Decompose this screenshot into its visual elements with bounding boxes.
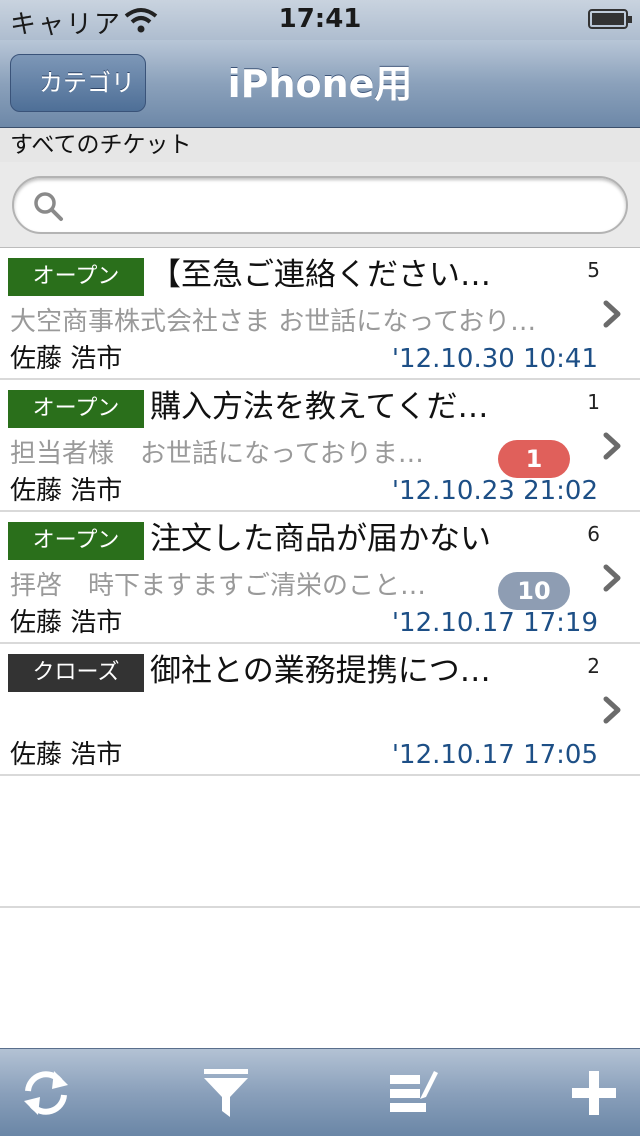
back-button[interactable]: カテゴリ (10, 54, 146, 112)
refresh-button[interactable] (16, 1063, 76, 1123)
ticket-preview: 担当者様 お世話になっておりま… (10, 439, 424, 469)
plus-icon (572, 1071, 616, 1115)
ticket-title: 御社との業務提携につ… (150, 653, 491, 689)
ticket-author: 佐藤 浩市 (10, 344, 123, 374)
chevron-right-icon (603, 564, 621, 592)
status-badge: オープン (8, 390, 144, 428)
comment-count: 2 (587, 654, 600, 678)
section-header: すべてのチケット (0, 128, 640, 162)
unread-badge: 1 (498, 440, 570, 478)
ticket-row[interactable]: オープン 注文した商品が届かない 6 拝啓 時下ますますご清栄のこと… 10 佐… (0, 512, 640, 644)
ticket-row[interactable]: オープン 【至急ご連絡ください… 5 大空商事株式会社さま お世話になっており…… (0, 248, 640, 380)
battery-icon (588, 9, 632, 29)
status-badge: クローズ (8, 654, 144, 692)
ticket-title: 購入方法を教えてくだ… (150, 389, 489, 425)
navigation-bar: iPhone用 カテゴリ (0, 40, 640, 128)
ticket-author: 佐藤 浩市 (10, 476, 123, 506)
edit-list-button[interactable] (382, 1063, 442, 1123)
ticket-row[interactable]: クローズ 御社との業務提携につ… 2 佐藤 浩市 '12.10.17 17:05 (0, 644, 640, 776)
ticket-preview: 拝啓 時下ますますご清栄のこと… (10, 571, 427, 601)
status-time: 17:41 (278, 4, 362, 34)
comment-count: 5 (587, 258, 600, 282)
empty-row (0, 776, 640, 908)
ticket-date: '12.10.17 17:05 (391, 740, 598, 770)
edit-list-icon (390, 1071, 438, 1112)
search-bar (0, 162, 640, 248)
ticket-author: 佐藤 浩市 (10, 608, 123, 638)
ticket-preview: 大空商事株式会社さま お世話になっており… (10, 307, 537, 337)
ticket-author: 佐藤 浩市 (10, 740, 123, 770)
search-input[interactable] (76, 184, 600, 226)
chevron-right-icon (603, 300, 621, 328)
status-badge: オープン (8, 258, 144, 296)
ticket-title: 【至急ご連絡ください… (150, 257, 491, 293)
search-field[interactable] (12, 176, 628, 234)
back-button-label: カテゴリ (39, 69, 135, 97)
chevron-right-icon (603, 432, 621, 460)
ticket-date: '12.10.17 17:19 (391, 608, 598, 638)
unread-badge: 10 (498, 572, 570, 610)
comment-count: 1 (587, 390, 600, 414)
filter-button[interactable] (196, 1063, 256, 1123)
ticket-date: '12.10.30 10:41 (391, 344, 598, 374)
comment-count: 6 (587, 522, 600, 546)
chevron-right-icon (603, 696, 621, 724)
status-badge: オープン (8, 522, 144, 560)
ticket-list: オープン 【至急ご連絡ください… 5 大空商事株式会社さま お世話になっており…… (0, 248, 640, 908)
search-icon (34, 192, 63, 221)
ticket-row[interactable]: オープン 購入方法を教えてくだ… 1 担当者様 お世話になっておりま… 1 佐藤… (0, 380, 640, 512)
filter-icon (204, 1069, 248, 1117)
ticket-title: 注文した商品が届かない (150, 521, 491, 557)
refresh-icon (24, 1071, 68, 1115)
status-bar: キャリア 17:41 (0, 0, 640, 40)
bottom-toolbar (0, 1048, 640, 1136)
add-ticket-button[interactable] (564, 1063, 624, 1123)
ticket-date: '12.10.23 21:02 (391, 476, 598, 506)
